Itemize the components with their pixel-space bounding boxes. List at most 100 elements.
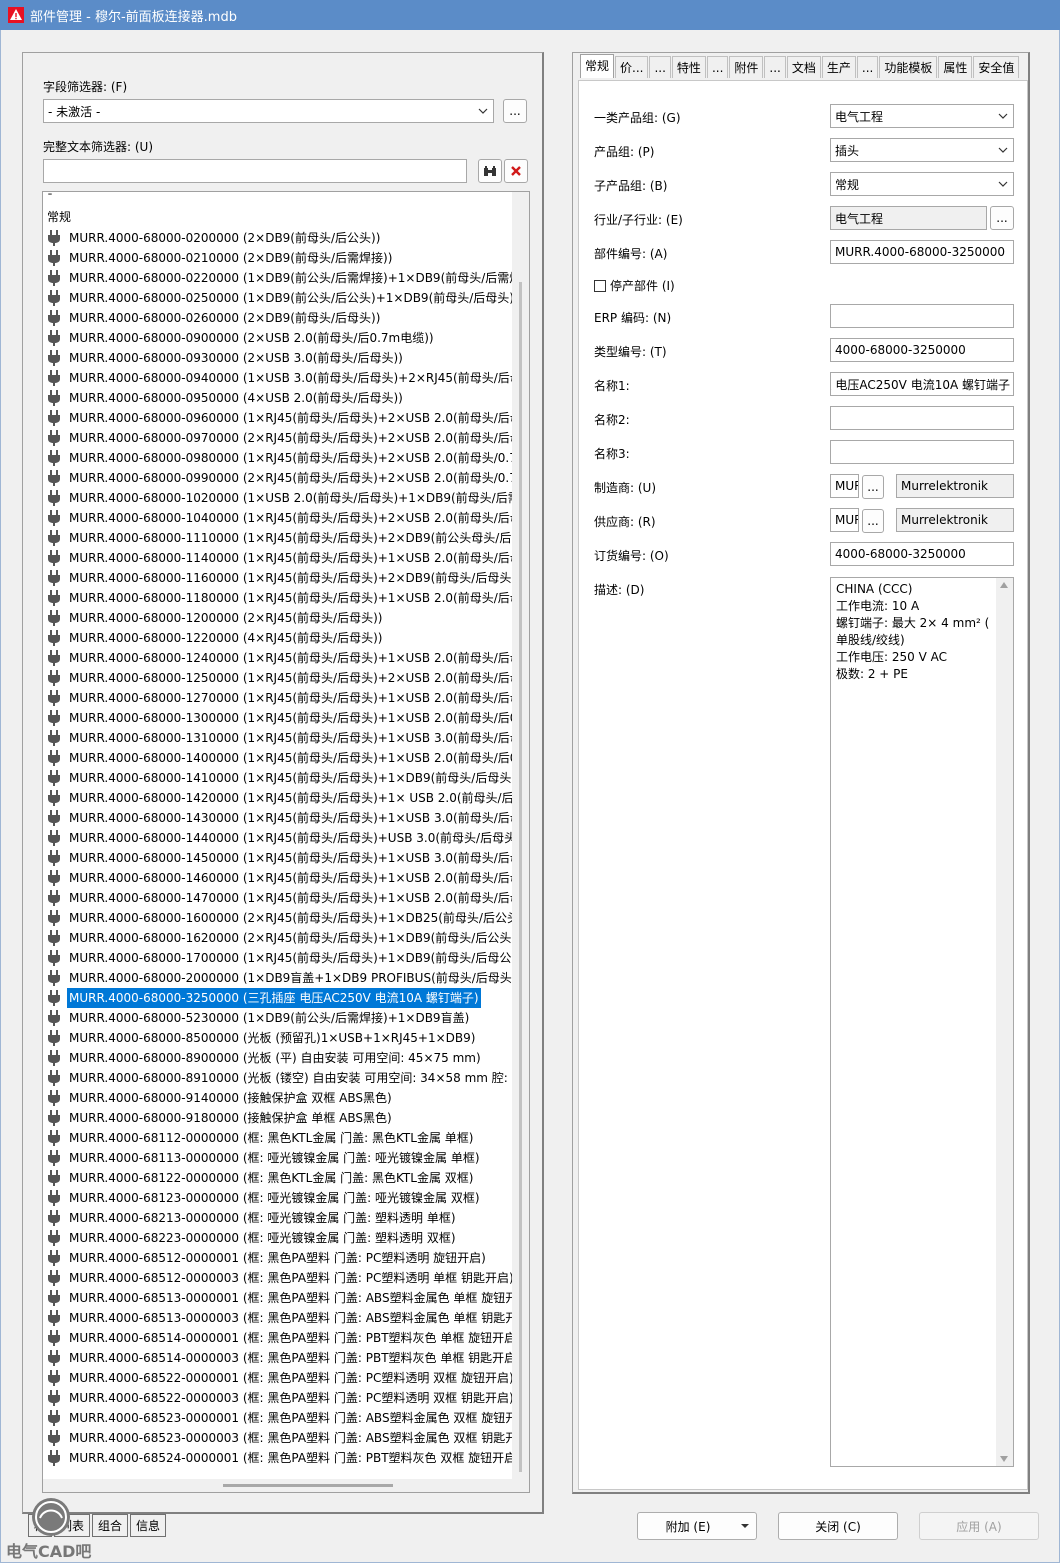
tab-3[interactable]: 特性 [671,56,706,78]
binoculars-search-button[interactable] [478,159,502,183]
extra-button[interactable]: 附加 (E) [637,1512,757,1540]
tree-item[interactable]: MURR.4000-68512-0000003 (框: 黑色PA塑料 门盖: P… [43,1268,513,1288]
tab-5[interactable]: 附件 [729,56,764,78]
tree-item[interactable]: MURR.4000-68000-0970000 (2×RJ45(前母头/后母头)… [43,428,513,448]
tree-item[interactable]: MURR.4000-68000-0940000 (1×USB 3.0(前母头/后… [43,368,513,388]
tree-item[interactable]: MURR.4000-68000-0980000 (1×RJ45(前母头/后母头)… [43,448,513,468]
name3-input[interactable] [830,440,1014,464]
tree-item[interactable]: MURR.4000-68523-0000001 (框: 黑色PA塑料 门盖: A… [43,1408,513,1428]
tree-item[interactable]: MURR.4000-68000-1110000 (1×RJ45(前母头/后母头)… [43,528,513,548]
apply-button[interactable]: 应用 (A) [919,1512,1039,1540]
scroll-down-icon[interactable] [1000,1456,1008,1462]
name2-input[interactable] [830,406,1014,430]
tree-item[interactable]: MURR.4000-68522-0000001 (框: 黑色PA塑料 门盖: P… [43,1368,513,1388]
tab-4[interactable]: ... [706,56,729,78]
tree-item[interactable]: MURR.4000-68513-0000003 (框: 黑色PA塑料 门盖: A… [43,1308,513,1328]
tree-item[interactable]: MURR.4000-68112-0000000 (框: 黑色KTL金属 门盖: … [43,1128,513,1148]
tree-item[interactable]: MURR.4000-68000-1020000 (1×USB 2.0(前母头/后… [43,488,513,508]
order-number-input[interactable]: 4000-68000-3250000 [830,542,1014,566]
tab-12[interactable]: 安全值 [973,56,1020,78]
tree-item[interactable]: MURR.4000-68000-1460000 (1×RJ45(前母头/后母头)… [43,868,513,888]
tree-item[interactable]: MURR.4000-68000-1470000 (1×RJ45(前母头/后母头)… [43,888,513,908]
tree-item[interactable]: MURR.4000-68000-0990000 (2×RJ45(前母头/后母头)… [43,468,513,488]
tree-item[interactable]: MURR.4000-68000-1400000 (1×RJ45(前母头/后母头)… [43,748,513,768]
description-scrollbar[interactable] [996,578,1013,1466]
tree-item[interactable]: MURR.4000-68000-9180000 (接触保护盒 单框 ABS黑色) [43,1108,513,1128]
tree-item[interactable]: MURR.4000-68122-0000000 (框: 黑色KTL金属 门盖: … [43,1168,513,1188]
tree-item[interactable]: MURR.4000-68000-5230000 (1×DB9(前公头/后需焊接)… [43,1008,513,1028]
view-tab-3[interactable]: 信息 [130,1514,167,1537]
industry-more-button[interactable]: ... [990,206,1014,230]
tree-item[interactable]: MURR.4000-68000-1270000 (1×RJ45(前母头/后母头)… [43,688,513,708]
field-filter-more-button[interactable]: ... [503,99,527,123]
tree-item[interactable]: MURR.4000-68512-0000001 (框: 黑色PA塑料 门盖: P… [43,1248,513,1268]
tree-item[interactable]: MURR.4000-68000-8910000 (光板 (镂空) 自由安装 可用… [43,1068,513,1088]
tree-item[interactable]: MURR.4000-68000-8500000 (光板 (预留孔)1×USB+1… [43,1028,513,1048]
discontinued-checkbox[interactable] [594,279,606,292]
tree-item[interactable]: MURR.4000-68000-1240000 (1×RJ45(前母头/后母头)… [43,648,513,668]
tab-6[interactable]: ... [764,56,786,78]
tree-item[interactable]: MURR.4000-68213-0000000 (框: 哑光镀镍金属 门盖: 塑… [43,1208,513,1228]
type-number-input[interactable]: 4000-68000-3250000 [830,338,1014,362]
tree-item[interactable]: MURR.4000-68513-0000001 (框: 黑色PA塑料 门盖: A… [43,1288,513,1308]
tree-item[interactable]: MURR.4000-68000-1140000 (1×RJ45(前母头/后母头)… [43,548,513,568]
erp-input[interactable] [830,304,1014,328]
sub-group-select[interactable]: 常规 [830,172,1014,196]
manufacturer-code-input[interactable]: MURR [830,474,859,498]
tree-item[interactable]: MURR.4000-68000-0900000 (2×USB 2.0(前母头/后… [43,328,513,348]
scroll-thumb[interactable] [223,1484,393,1487]
tree-item[interactable]: MURR.4000-68514-0000001 (框: 黑色PA塑料 门盖: P… [43,1328,513,1348]
tree-item[interactable]: MURR.4000-68524-0000001 (框: 黑色PA塑料 门盖: P… [43,1448,513,1468]
tab-2[interactable]: ... [649,56,671,78]
tree-item[interactable]: MURR.4000-68000-2000000 (1×DB9盲盖+1×DB9 P… [43,968,513,988]
close-button[interactable]: 关闭 (C) [778,1512,898,1540]
tab-7[interactable]: 文档 [786,56,821,78]
tree-item[interactable]: MURR.4000-68000-1600000 (2×RJ45(前母头/后母头)… [43,908,513,928]
tab-1[interactable]: 价... [615,56,649,78]
tree-item[interactable]: MURR.4000-68223-0000000 (框: 哑光镀镍金属 门盖: 塑… [43,1228,513,1248]
tree-item-selected[interactable]: MURR.4000-68000-3250000 (三孔插座 电压AC250V 电… [43,988,513,1008]
tree-item[interactable]: MURR.4000-68000-0960000 (1×RJ45(前母头/后母头)… [43,408,513,428]
tree-item[interactable]: MURR.4000-68000-8900000 (光板 (平) 自由安装 可用空… [43,1048,513,1068]
tree-item[interactable]: MURR.4000-68000-1420000 (1×RJ45(前母头/后母头)… [43,788,513,808]
tree-item[interactable]: MURR.4000-68000-1620000 (2×RJ45(前母头/后母头)… [43,928,513,948]
tree-item[interactable]: MURR.4000-68523-0000003 (框: 黑色PA塑料 门盖: A… [43,1428,513,1448]
tree-vertical-scrollbar[interactable] [512,192,529,1480]
tree-item[interactable]: MURR.4000-68000-1440000 (1×RJ45(前母头/后母头)… [43,828,513,848]
tree-item[interactable]: MURR.4000-68000-0260000 (2×DB9(前母头/后母头)) [43,308,513,328]
tree-item[interactable]: MURR.4000-68000-0210000 (2×DB9(前母头/后需焊接)… [43,248,513,268]
tree-item[interactable]: MURR.4000-68514-0000003 (框: 黑色PA塑料 门盖: P… [43,1348,513,1368]
tab-9[interactable]: ... [856,56,879,78]
manufacturer-more-button[interactable]: ... [862,475,884,499]
tree-item[interactable]: MURR.4000-68000-1220000 (4×RJ45(前母头/后母头)… [43,628,513,648]
part-number-input[interactable]: MURR.4000-68000-3250000 [830,240,1014,264]
scroll-thumb[interactable] [519,282,522,1472]
tree-item[interactable]: MURR.4000-68113-0000000 (框: 哑光镀镍金属 门盖: 哑… [43,1148,513,1168]
tree-item[interactable]: MURR.4000-68522-0000003 (框: 黑色PA塑料 门盖: P… [43,1388,513,1408]
product-group-1-select[interactable]: 电气工程 [830,104,1014,128]
product-group-select[interactable]: 插头 [830,138,1014,162]
tree-item[interactable]: MURR.4000-68000-1310000 (1×RJ45(前母头/后母头)… [43,728,513,748]
tree-item[interactable]: MURR.4000-68000-1200000 (2×RJ45(前母头/后母头)… [43,608,513,628]
tree-item[interactable]: MURR.4000-68000-1700000 (1×RJ45(前母头/后母头)… [43,948,513,968]
tree-item[interactable]: MURR.4000-68000-0200000 (2×DB9(前母头/后公头)) [43,228,513,248]
tab-8[interactable]: 生产 [821,56,856,78]
tree-group-row[interactable]: 常规 [43,206,513,228]
clear-filter-button[interactable] [504,159,528,183]
tab-11[interactable]: 属性 [938,56,973,78]
tree-item[interactable]: MURR.4000-68000-0250000 (1×DB9(前公头/后公头)+… [43,288,513,308]
name1-input[interactable]: 三孔插座 电压AC250V 电流10A 螺钉端子 [830,372,1014,396]
scroll-up-icon[interactable] [1000,582,1008,588]
tab-0[interactable]: 常规 [580,54,615,78]
tree-item[interactable]: MURR.4000-68000-0950000 (4×USB 2.0(前母头/后… [43,388,513,408]
text-filter-input[interactable] [43,159,467,183]
tree-item[interactable]: MURR.4000-68000-0220000 (1×DB9(前公头/后需焊接)… [43,268,513,288]
parts-tree[interactable]: ˉ 常规 MURR.4000-68000-0200000 (2×DB9(前母头/… [42,191,530,1493]
tree-item[interactable]: MURR.4000-68000-1180000 (1×RJ45(前母头/后母头)… [43,588,513,608]
tree-item[interactable]: MURR.4000-68000-1040000 (1×RJ45(前母头/后母头)… [43,508,513,528]
supplier-code-input[interactable]: MURR [830,508,859,532]
tree-item[interactable]: MURR.4000-68000-1450000 (1×RJ45(前母头/后母头)… [43,848,513,868]
description-textarea[interactable]: CHINA (CCC) 工作电流: 10 A 螺钉端子: 最大 2× 4 mm² (… [830,577,1014,1467]
tree-horizontal-scrollbar[interactable] [43,1479,529,1492]
tree-item[interactable]: MURR.4000-68000-1430000 (1×RJ45(前母头/后母头)… [43,808,513,828]
